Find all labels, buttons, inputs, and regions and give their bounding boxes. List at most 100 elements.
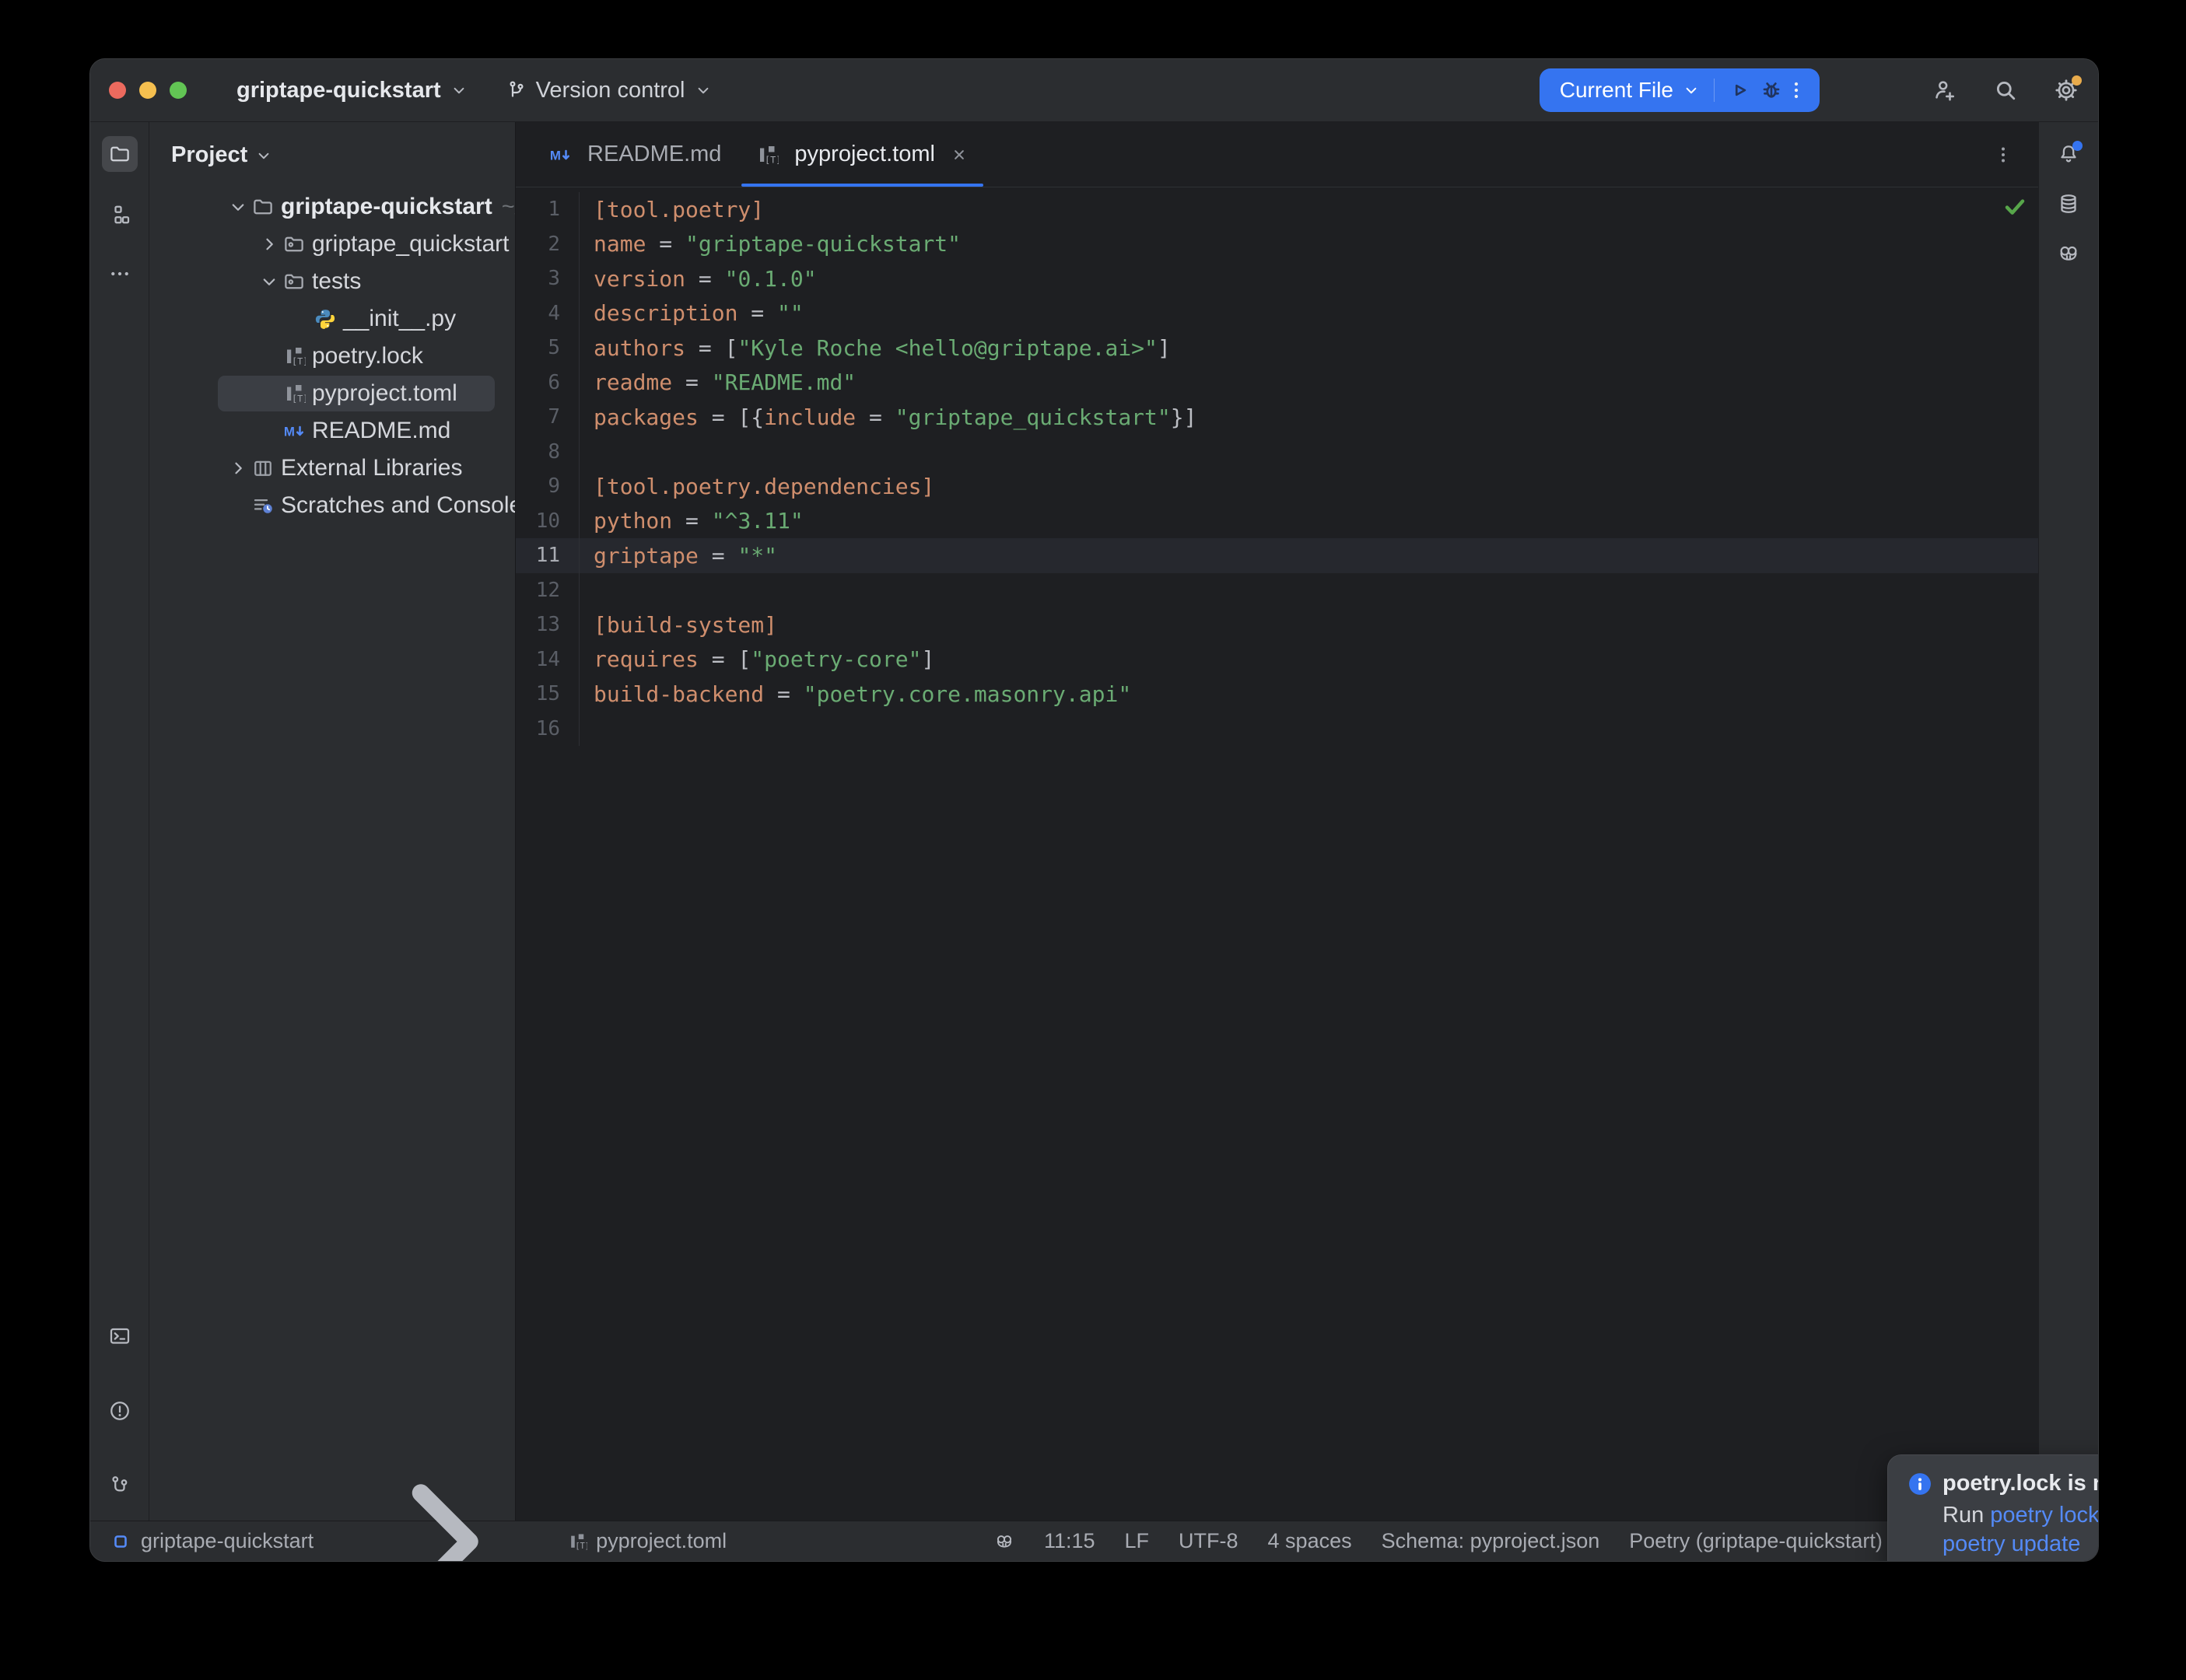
tree-item-poetry-lock[interactable]: [T]poetry.lock — [149, 338, 515, 375]
right-tool-strip — [2038, 122, 2098, 1521]
notifications-badge — [2072, 141, 2083, 151]
tab-kebab-icon[interactable] — [1992, 143, 2015, 166]
code-text: build-backend = "poetry.core.masonry.api… — [594, 681, 1131, 707]
add-user-icon[interactable] — [1932, 77, 1958, 103]
code-editor[interactable]: 1[tool.poetry]2 name = "griptape-quicksta… — [516, 187, 2038, 1521]
svg-text:[T]: [T] — [292, 394, 306, 404]
code-line-7: 7packages = [{include = "griptape_quicks… — [516, 400, 2038, 435]
chevron-slot — [287, 307, 314, 331]
code-text: packages = [{include = "griptape_quickst… — [594, 404, 1196, 430]
chevron-down-icon[interactable] — [1681, 80, 1701, 100]
copilot-icon[interactable] — [994, 1531, 1014, 1552]
code-line-10: 10python = "^3.11" — [516, 504, 2038, 539]
run-play-icon[interactable] — [1727, 78, 1752, 103]
kebab-icon[interactable] — [1784, 78, 1809, 103]
notification-title: poetry.lock is not found — [1943, 1471, 2099, 1496]
code-text: [tool.poetry] — [594, 197, 764, 222]
breadcrumb-label: pyproject.toml — [596, 1529, 727, 1553]
close-icon[interactable] — [949, 145, 969, 165]
tree-item-external-libraries[interactable]: External Libraries — [149, 450, 515, 487]
chevron-down-icon[interactable] — [256, 270, 282, 293]
breadcrumb-file[interactable]: [T] pyproject.toml — [567, 1529, 727, 1553]
project-switcher[interactable]: griptape-quickstart — [236, 78, 469, 103]
notification-link-poetry-update[interactable]: poetry update — [1943, 1531, 2080, 1556]
status-schema-pyproject-json[interactable]: Schema: pyproject.json — [1382, 1529, 1600, 1553]
project-tool-button[interactable] — [102, 136, 138, 172]
ai-assistant-icon — [2057, 242, 2080, 265]
statusbar: griptape-quickstart [T] pyproject.toml 1… — [90, 1521, 2098, 1561]
titlebar-actions: Current File — [1540, 59, 2098, 121]
titlebar: griptape-quickstart Version control Curr… — [90, 59, 2098, 122]
status-lf[interactable]: LF — [1125, 1529, 1150, 1553]
editor-area: MREADME.md[T]pyproject.toml 1[tool.poetr… — [516, 122, 2038, 1521]
tree-item-label: tests — [312, 268, 361, 295]
run-config-selector[interactable]: Current File — [1560, 78, 1673, 103]
breadcrumb-project[interactable]: griptape-quickstart — [141, 1529, 314, 1553]
breadcrumb-label: griptape-quickstart — [141, 1529, 314, 1553]
tree-item-init-py[interactable]: __init__.py — [149, 300, 515, 338]
tree-item-label: External Libraries — [281, 455, 462, 481]
status-11-15[interactable]: 11:15 — [1044, 1529, 1095, 1553]
tree-item-label: README.md — [312, 418, 450, 444]
svg-text:[T]: [T] — [765, 154, 779, 165]
line-number: 13 — [516, 607, 580, 642]
code-line-11: 11griptape = "*" — [516, 538, 2038, 573]
structure-icon — [108, 203, 131, 226]
notification-link-poetry-lock[interactable]: poetry lock — [1990, 1503, 2099, 1528]
structure-tool-button[interactable] — [102, 197, 138, 233]
status-4-spaces[interactable]: 4 spaces — [1268, 1529, 1352, 1553]
tree-item-readme-md[interactable]: MREADME.md — [149, 412, 515, 450]
close-window-button[interactable] — [109, 82, 126, 99]
more-tools-button[interactable] — [102, 256, 138, 292]
toml-file-icon: [T] — [567, 1531, 587, 1552]
tree-item-label: Scratches and Consoles — [281, 492, 515, 519]
project-name: griptape-quickstart — [236, 78, 441, 103]
zoom-window-button[interactable] — [170, 82, 187, 99]
chevron-down-icon[interactable] — [225, 195, 251, 219]
tree-item-scratches-and-consoles[interactable]: Scratches and Consoles — [149, 487, 515, 524]
vcs-widget[interactable]: Version control — [505, 78, 713, 103]
minimize-window-button[interactable] — [139, 82, 156, 99]
debug-bug-icon[interactable] — [1759, 78, 1784, 103]
run-widget: Current File — [1540, 68, 1820, 112]
code-line-16: 16 — [516, 712, 2038, 747]
problems-icon — [108, 1399, 131, 1423]
tree-item-griptape-quickstart[interactable]: griptape_quickstart — [149, 226, 515, 263]
status-utf-8[interactable]: UTF-8 — [1179, 1529, 1238, 1553]
database-tool-button[interactable] — [2051, 186, 2086, 222]
tree-item-pyproject-toml[interactable]: [T] pyproject.toml — [149, 375, 515, 412]
editor-tabs: MREADME.md[T]pyproject.toml — [531, 122, 986, 187]
ai-assistant-tool-button[interactable] — [2051, 236, 2086, 271]
chevron-right-icon[interactable] — [225, 457, 251, 480]
inspections-check-icon[interactable] — [2002, 194, 2027, 219]
markdown-icon: M — [548, 143, 572, 166]
line-number: 2 — [516, 227, 580, 262]
notification-header: poetry.lock is not found — [1908, 1471, 2099, 1496]
settings-gear-icon[interactable] — [2053, 77, 2079, 103]
line-number: 14 — [516, 642, 580, 677]
left-tool-strip — [90, 122, 149, 1521]
problems-tool-button[interactable] — [102, 1393, 138, 1429]
code-text: [tool.poetry.dependencies] — [594, 474, 934, 499]
code-text: name = "griptape-quickstart" — [594, 231, 961, 257]
terminal-tool-button[interactable] — [102, 1318, 138, 1354]
project-panel-header[interactable]: Project — [149, 122, 515, 182]
tree-item-label: pyproject.toml — [312, 380, 457, 407]
window-controls — [109, 82, 187, 99]
chevron-right-icon[interactable] — [256, 233, 282, 256]
line-number: 15 — [516, 677, 580, 712]
notification-text: Run — [1943, 1503, 1990, 1528]
notifications-tool-button[interactable] — [2051, 136, 2086, 172]
tree-item-griptape-quickstart[interactable]: griptape-quickstart~/Docume — [149, 188, 515, 226]
database-icon — [2057, 192, 2080, 215]
tab-pyproject-toml[interactable]: [T]pyproject.toml — [738, 122, 986, 187]
ide-window: griptape-quickstart Version control Curr… — [89, 58, 2099, 1562]
project-panel: Project griptape-quickstart~/Documegript… — [149, 122, 516, 1521]
tree-item-tests[interactable]: tests — [149, 263, 515, 300]
chevron-down-icon — [693, 80, 713, 100]
more-icon — [108, 262, 131, 285]
search-icon[interactable] — [1992, 77, 2019, 103]
tab-readme-md[interactable]: MREADME.md — [531, 122, 738, 187]
code-line-1: 1[tool.poetry] — [516, 192, 2038, 227]
line-number: 4 — [516, 296, 580, 331]
